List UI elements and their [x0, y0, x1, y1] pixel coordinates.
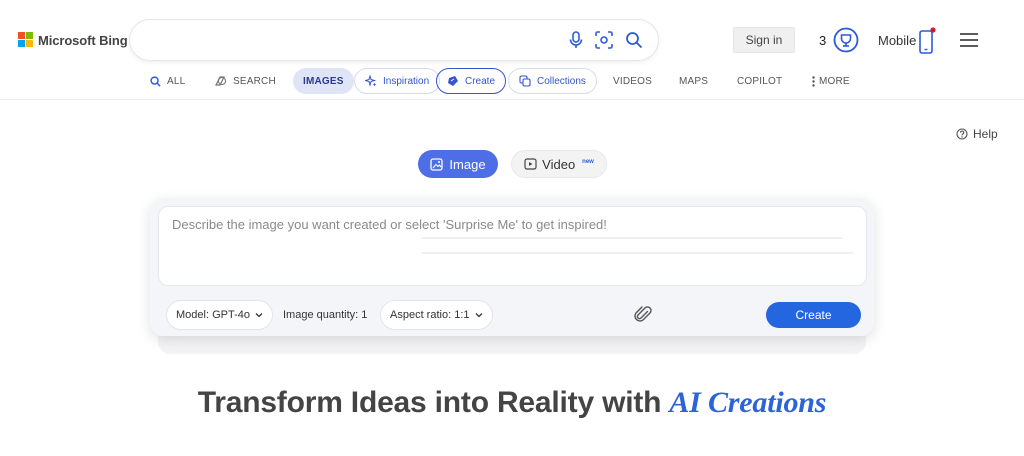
search-box [130, 20, 658, 60]
logo-text: Microsoft Bing [38, 32, 128, 48]
tab-label: Create [465, 75, 496, 87]
hero-headline: Transform Ideas into Reality with AI Cre… [0, 386, 1024, 420]
vertical-nav: ALL SEARCH IMAGES Inspiration Create Col… [0, 68, 1024, 96]
search-icon [150, 75, 161, 87]
loading-shimmer [421, 252, 853, 254]
sign-in-button[interactable]: Sign in [733, 27, 795, 53]
video-mode-button[interactable]: Video new [511, 150, 607, 178]
help-circle-icon [956, 128, 968, 140]
image-create-icon [430, 157, 444, 171]
tab-label: COPILOT [737, 75, 783, 87]
tab-create[interactable]: Create [436, 68, 507, 94]
prompt-input[interactable] [172, 217, 852, 277]
card-stack-shadow [158, 336, 866, 354]
tab-label: VIDEOS [613, 75, 652, 87]
top-header: Microsoft Bing Sign in 3 Mobile ALL SEAR… [0, 0, 1024, 100]
tab-maps[interactable]: MAPS [679, 68, 708, 94]
hamburger-menu-icon[interactable] [960, 33, 978, 47]
tab-images[interactable]: IMAGES [293, 68, 354, 94]
search-input[interactable] [148, 30, 558, 50]
attachment-paperclip-icon[interactable] [634, 305, 654, 325]
headline-main: Transform Ideas into Reality with [197, 386, 670, 419]
create-icon [448, 76, 458, 86]
more-vertical-icon [812, 75, 815, 87]
tab-more[interactable]: MORE [812, 68, 850, 94]
mobile-label[interactable]: Mobile [878, 33, 916, 48]
loading-shimmer [421, 237, 843, 239]
search-icon[interactable] [624, 30, 644, 50]
aspect-ratio-label: Aspect ratio: 1:1 [390, 309, 470, 321]
quantity-label: Image quantity: 1 [283, 309, 368, 321]
tab-all[interactable]: ALL [150, 68, 185, 94]
prompt-area [158, 206, 867, 286]
model-selector[interactable]: Model: GPT-4o [166, 300, 273, 330]
create-button[interactable]: Create [766, 302, 861, 328]
tab-label: SEARCH [233, 75, 276, 87]
rewards-trophy-icon[interactable] [833, 27, 859, 53]
microphone-icon[interactable] [566, 30, 586, 50]
help-link[interactable]: Help [956, 127, 998, 141]
help-label: Help [973, 127, 998, 141]
microsoft-logo-icon [18, 32, 34, 48]
headline-accent: AI Creations [669, 386, 827, 419]
image-mode-label: Image [449, 156, 486, 172]
sparkle-icon [365, 75, 377, 87]
video-create-icon [524, 158, 537, 170]
tab-label: IMAGES [303, 75, 344, 87]
image-quantity-selector[interactable]: Image quantity: 1 [274, 300, 376, 330]
image-mode-button[interactable]: Image [418, 150, 498, 178]
tab-collections[interactable]: Collections [508, 68, 597, 94]
tab-label: Inspiration [383, 75, 430, 87]
tab-label: MORE [819, 75, 850, 87]
tab-videos[interactable]: VIDEOS [613, 68, 652, 94]
tab-inspiration[interactable]: Inspiration [354, 68, 441, 94]
rewards-count[interactable]: 3 [819, 33, 826, 48]
new-badge: new [582, 159, 594, 165]
tab-label: Collections [537, 75, 586, 87]
visual-search-icon[interactable] [594, 30, 614, 50]
chevron-down-icon [255, 313, 263, 318]
tab-copilot[interactable]: COPILOT [737, 68, 782, 94]
tab-label: ALL [167, 75, 186, 87]
aspect-ratio-selector[interactable]: Aspect ratio: 1:1 [380, 300, 493, 330]
copilot-search-icon [215, 76, 227, 86]
collections-icon [519, 75, 531, 87]
tab-search[interactable]: SEARCH [214, 68, 276, 94]
bing-logo[interactable]: Microsoft Bing [18, 32, 128, 48]
tab-label: MAPS [679, 75, 709, 87]
video-mode-label: Video [542, 156, 576, 172]
chevron-down-icon [475, 313, 482, 318]
model-label: Model: GPT-4o [176, 309, 250, 321]
mobile-phone-icon[interactable] [918, 27, 936, 54]
